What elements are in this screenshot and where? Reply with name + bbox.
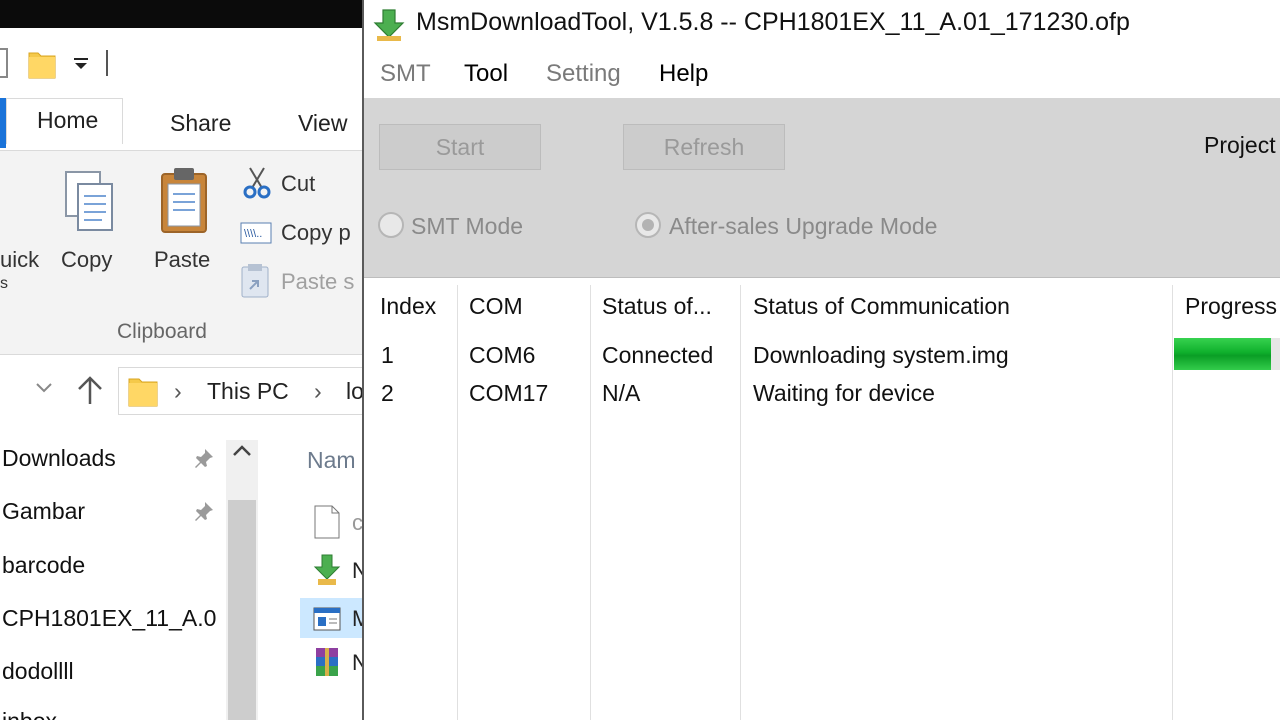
document-file-icon[interactable] <box>312 505 342 539</box>
breadcrumb-this-pc[interactable]: This PC <box>207 378 289 405</box>
paste-shortcut-button[interactable]: Paste s <box>281 269 354 295</box>
row1-status: Connected <box>602 342 714 368</box>
sidebar-item-downloads[interactable]: Downloads <box>2 445 116 472</box>
breadcrumb-separator-icon: › <box>314 378 322 404</box>
address-folder-icon <box>128 378 158 407</box>
quick-access-edge-icon <box>0 48 8 78</box>
sidebar-item-barcode[interactable]: barcode <box>2 552 85 579</box>
row2-status: N/A <box>602 380 641 406</box>
paste-button[interactable]: Paste <box>154 247 210 273</box>
aftersales-mode-radio[interactable] <box>635 212 661 238</box>
desktop-strip <box>0 0 362 28</box>
quick-access-dropdown-icon[interactable] <box>72 54 90 72</box>
column-divider <box>740 285 741 720</box>
row1-com: COM6 <box>469 342 536 368</box>
sidebar-item-inbox[interactable]: inbox <box>2 708 57 720</box>
copy-path-button[interactable]: Copy p <box>281 220 351 246</box>
copy-path-icon[interactable]: \\\\.. <box>240 222 272 244</box>
smt-mode-radio[interactable] <box>378 212 404 238</box>
refresh-button[interactable]: Refresh <box>623 124 785 170</box>
file-name-partial[interactable]: N <box>352 650 362 676</box>
row2-com: COM17 <box>469 380 549 406</box>
sidebar-item-gambar[interactable]: Gambar <box>2 498 85 525</box>
row2-communication: Waiting for device <box>753 380 935 406</box>
scissors-icon[interactable] <box>242 166 272 200</box>
column-divider <box>590 285 591 720</box>
download-arrow-icon <box>373 9 405 41</box>
file-name-partial[interactable]: c <box>352 510 362 536</box>
column-header-communication[interactable]: Status of Communication <box>753 293 1010 320</box>
cut-button[interactable]: Cut <box>281 171 315 197</box>
menu-help[interactable]: Help <box>659 60 708 88</box>
paste-shortcut-icon[interactable] <box>240 263 270 299</box>
row1-progress-bar <box>1174 338 1280 370</box>
column-header-index[interactable]: Index <box>380 293 436 320</box>
start-button[interactable]: Start <box>379 124 541 170</box>
pin-icon[interactable] <box>193 447 215 469</box>
smt-mode-label[interactable]: SMT Mode <box>411 213 523 240</box>
screen: Home Share View uick s Copy Paste Cut \\… <box>0 0 1280 720</box>
paste-icon[interactable] <box>158 166 210 236</box>
row1-progress-fill <box>1174 338 1272 370</box>
column-header-status[interactable]: Status of... <box>602 293 712 320</box>
title-separator <box>106 50 108 76</box>
row1-index: 1 <box>381 342 394 368</box>
column-header-com[interactable]: COM <box>469 293 523 320</box>
scroll-up-icon[interactable] <box>232 442 252 463</box>
window-title: MsmDownloadTool, V1.5.8 -- CPH1801EX_11_… <box>416 8 1130 36</box>
pin-icon[interactable] <box>193 500 215 522</box>
svg-text:\\\\..: \\\\.. <box>244 228 262 240</box>
copy-icon[interactable] <box>62 168 118 238</box>
file-name-partial[interactable]: N <box>352 558 362 584</box>
menu-setting[interactable]: Setting <box>546 60 621 88</box>
file-name-partial[interactable]: M <box>352 606 362 632</box>
row1-communication: Downloading system.img <box>753 342 1009 368</box>
menu-tool[interactable]: Tool <box>464 60 508 88</box>
quick-access-label[interactable]: uick <box>0 247 39 273</box>
menu-smt[interactable]: SMT <box>380 60 431 88</box>
copy-button[interactable]: Copy <box>61 247 112 273</box>
nav-scrollbar-thumb[interactable] <box>228 500 256 720</box>
tab-home[interactable]: Home <box>6 98 124 144</box>
tab-share[interactable]: Share <box>170 110 231 137</box>
sidebar-item-cph1801ex[interactable]: CPH1801EX_11_A.0 <box>2 605 216 632</box>
column-header-name[interactable]: Nam <box>307 447 356 474</box>
aftersales-mode-label[interactable]: After-sales Upgrade Mode <box>669 213 937 240</box>
column-divider <box>457 285 458 720</box>
quick-access-label-2: s <box>0 275 8 292</box>
msm-download-tool-window: MsmDownloadTool, V1.5.8 -- CPH1801EX_11_… <box>362 0 1280 720</box>
tab-view[interactable]: View <box>298 110 347 137</box>
archive-file-icon[interactable] <box>312 646 342 680</box>
recent-locations-chevron-icon[interactable] <box>35 378 53 401</box>
breadcrumb-separator-icon: › <box>174 378 182 404</box>
column-divider <box>1172 285 1173 720</box>
column-header-progress[interactable]: Progress <box>1185 293 1277 320</box>
file-explorer-window: Home Share View uick s Copy Paste Cut \\… <box>0 0 362 720</box>
application-file-icon[interactable] <box>312 602 342 636</box>
sidebar-item-dodollll[interactable]: dodollll <box>2 658 74 685</box>
clipboard-group-label: Clipboard <box>117 320 207 343</box>
download-tool-file-icon[interactable] <box>312 553 342 587</box>
up-arrow-icon[interactable] <box>76 376 104 412</box>
project-label: Project <box>1204 132 1276 158</box>
folder-icon[interactable] <box>28 47 56 79</box>
breadcrumb-local[interactable]: lo <box>346 378 362 405</box>
row2-index: 2 <box>381 380 394 406</box>
